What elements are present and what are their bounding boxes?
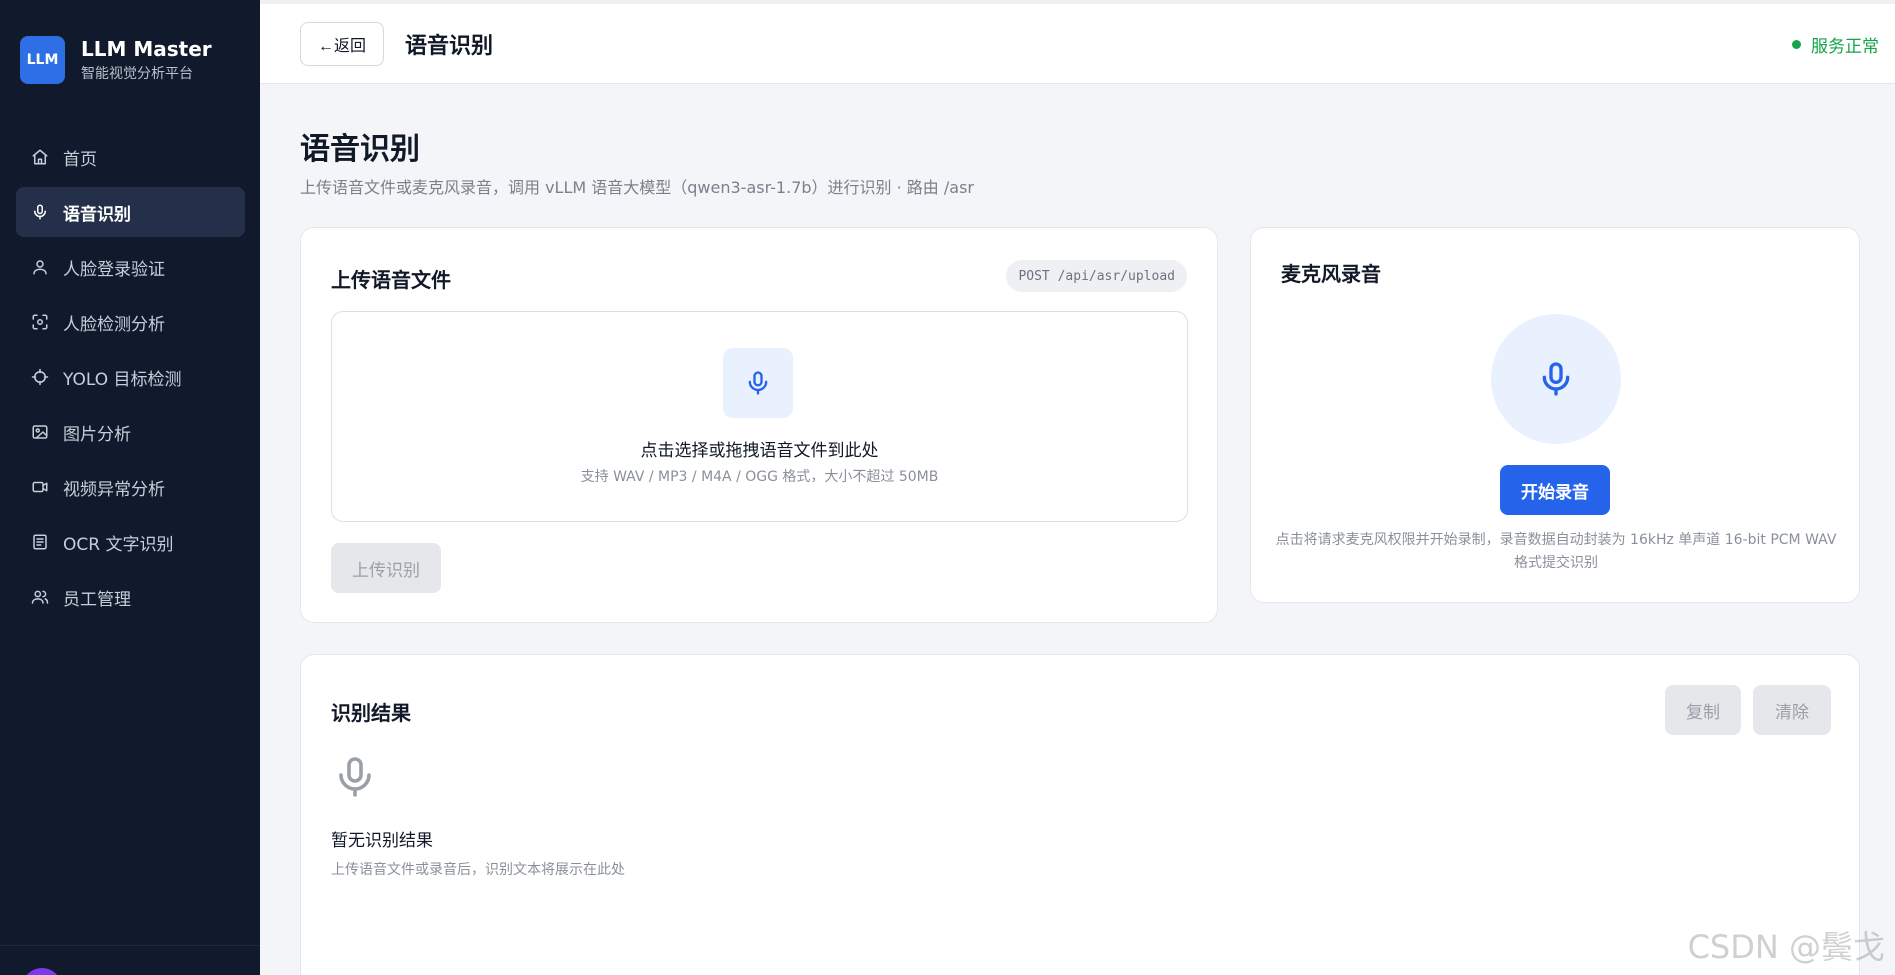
empty-result-title: 暂无识别结果	[331, 831, 433, 851]
copy-button[interactable]: 复制	[1665, 685, 1741, 735]
home-icon	[32, 149, 48, 165]
user-icon	[33, 260, 47, 275]
sidebar-item-yolo[interactable]: YOLO 目标检测	[16, 352, 245, 402]
status-dot-icon	[1792, 40, 1801, 49]
sidebar-item-face-login[interactable]: 人脸登录验证	[16, 242, 245, 292]
upload-card-title: 上传语音文件	[331, 268, 451, 292]
page-title: 语音识别	[300, 132, 420, 167]
image-icon	[32, 425, 48, 439]
sidebar-item-face-detect[interactable]: 人脸检测分析	[16, 297, 245, 347]
sidebar-item-ocr[interactable]: OCR 文字识别	[16, 517, 245, 567]
sidebar-nav: 首页 语音识别 人脸登录验证 人脸检测分析 YOLO 目标检测 图片分析 视频异…	[16, 132, 245, 627]
video-icon	[32, 481, 48, 493]
brand-subtitle: 智能视觉分析平台	[81, 66, 193, 82]
sidebar-item-label: 人脸检测分析	[63, 314, 165, 335]
sidebar-item-video-anomaly[interactable]: 视频异常分析	[16, 462, 245, 512]
result-card-title: 识别结果	[331, 701, 411, 725]
dropzone-text: 点击选择或拖拽语音文件到此处	[640, 441, 879, 461]
document-icon	[33, 534, 47, 550]
dropzone-mic-icon	[723, 348, 793, 418]
sidebar: LLM LLM Master 智能视觉分析平台 首页 语音识别 人脸登录验证 人…	[0, 0, 260, 975]
mic-icon	[34, 204, 46, 220]
sidebar-item-home[interactable]: 首页	[16, 132, 245, 182]
topbar-title: 语音识别	[405, 34, 494, 59]
mic-hint: 点击将请求麦克风权限并开始录制，录音数据自动封装为 16kHz 单声道 16-b…	[1275, 532, 1837, 571]
sidebar-item-asr[interactable]: 语音识别	[16, 187, 245, 237]
status-text: 服务正常	[1811, 37, 1879, 57]
face-scan-icon	[32, 314, 48, 330]
watermark: CSDN @鬓戈	[1687, 928, 1885, 966]
sidebar-item-label: 员工管理	[63, 589, 131, 610]
brand-name: LLM Master	[81, 37, 212, 61]
mic-card: 麦克风录音 开始录音 点击将请求麦克风权限并开始录制，录音数据自动封装为 16k…	[1250, 227, 1860, 603]
sidebar-item-staff[interactable]: 员工管理	[16, 572, 245, 622]
crosshair-icon	[31, 368, 49, 386]
empty-result-hint: 上传语音文件或录音后，识别文本将展示在此处	[331, 862, 625, 878]
service-status: 服务正常	[1792, 32, 1879, 57]
sidebar-item-label: 人脸登录验证	[63, 259, 165, 280]
upload-card: 上传语音文件 POST /api/asr/upload 点击选择或拖拽语音文件到…	[300, 227, 1218, 623]
sidebar-item-label: 视频异常分析	[63, 479, 165, 500]
back-button[interactable]: ←返回	[300, 22, 384, 66]
sidebar-item-label: 语音识别	[63, 204, 131, 225]
mic-circle-icon	[1491, 314, 1621, 444]
page-subtitle: 上传语音文件或麦克风录音，调用 vLLM 语音大模型（qwen3-asr-1.7…	[300, 178, 974, 197]
sidebar-item-label: YOLO 目标检测	[63, 369, 182, 390]
users-icon	[31, 590, 49, 604]
topbar: ←返回 语音识别 服务正常	[260, 0, 1895, 84]
file-dropzone[interactable]: 点击选择或拖拽语音文件到此处 支持 WAV / MP3 / M4A / OGG …	[331, 311, 1188, 522]
sidebar-item-label: 图片分析	[63, 424, 131, 445]
upload-recognize-button[interactable]: 上传识别	[331, 543, 441, 593]
dropzone-hint: 支持 WAV / MP3 / M4A / OGG 格式，大小不超过 50MB	[580, 469, 939, 485]
api-badge: POST /api/asr/upload	[1006, 260, 1187, 292]
brand-logo: LLM	[20, 36, 65, 84]
sidebar-item-image-analysis[interactable]: 图片分析	[16, 407, 245, 457]
sidebar-divider	[0, 945, 260, 946]
sidebar-item-label: OCR 文字识别	[63, 534, 174, 555]
start-recording-button[interactable]: 开始录音	[1500, 465, 1610, 515]
brand: LLM LLM Master 智能视觉分析平台	[20, 36, 212, 84]
mic-card-title: 麦克风录音	[1281, 262, 1381, 286]
sidebar-item-label: 首页	[63, 149, 97, 170]
empty-mic-icon	[331, 753, 379, 805]
clear-button[interactable]: 清除	[1753, 685, 1831, 735]
result-card: 识别结果 复制 清除 暂无识别结果 上传语音文件或录音后，识别文本将展示在此处	[300, 654, 1860, 975]
avatar[interactable]	[22, 968, 62, 975]
